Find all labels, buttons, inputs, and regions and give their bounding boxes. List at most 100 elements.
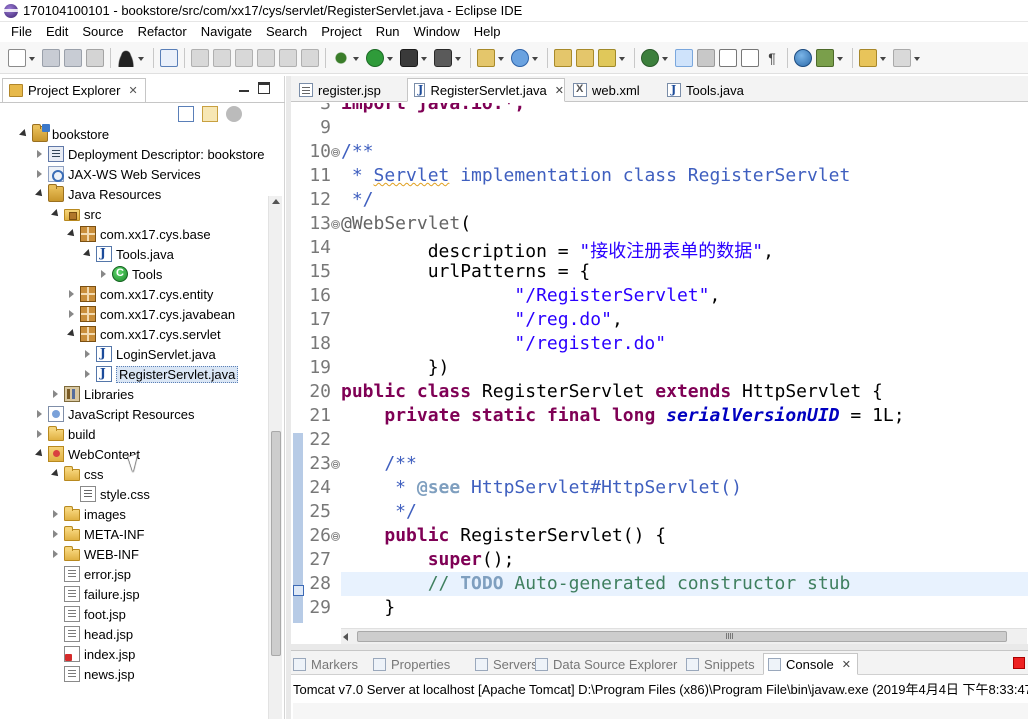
expanded-arrow-icon[interactable] (82, 248, 94, 260)
perspective-dropdown-icon[interactable] (836, 49, 844, 67)
terminate-console-icon[interactable] (1013, 657, 1025, 669)
terminate-icon[interactable] (235, 48, 253, 67)
collapsed-arrow-icon[interactable] (34, 148, 46, 160)
console-output[interactable] (293, 703, 1028, 719)
expanded-arrow-icon[interactable] (66, 228, 78, 240)
run-server-dropdown-icon[interactable] (420, 49, 428, 67)
print-icon[interactable] (86, 48, 104, 67)
code-line[interactable]: /** (341, 141, 374, 162)
resume-icon[interactable] (191, 48, 209, 67)
collapsed-arrow-icon[interactable] (34, 408, 46, 420)
collapse-all-icon[interactable] (178, 106, 194, 122)
collapsed-arrow-icon[interactable] (66, 308, 78, 320)
close-icon[interactable]: ✕ (842, 658, 851, 671)
code-line[interactable]: * @see HttpServlet#HttpServlet() (341, 477, 742, 498)
collapsed-arrow-icon[interactable] (50, 508, 62, 520)
expanded-arrow-icon[interactable] (18, 128, 30, 140)
debug-dropdown-icon[interactable] (352, 49, 360, 67)
fold-collapse-icon[interactable]: ⊖ (331, 220, 340, 229)
project-explorer-tab[interactable]: Project Explorer ✕ (2, 78, 146, 102)
bottom-tab-console[interactable]: Console ✕ (763, 653, 858, 675)
toggle-breadcrumb-icon[interactable] (697, 48, 715, 67)
collapsed-arrow-icon[interactable] (50, 548, 62, 560)
toggle-block-selection-icon[interactable] (719, 48, 737, 67)
code-line[interactable]: "/reg.do", (341, 309, 622, 330)
tree-item[interactable]: com.xx17.cys.entity (66, 284, 213, 304)
step-over-icon[interactable] (301, 48, 319, 67)
close-icon[interactable]: ✕ (555, 84, 564, 97)
task-marker-icon[interactable] (292, 583, 304, 597)
view-menu-icon[interactable] (226, 106, 242, 122)
tree-item[interactable]: src (50, 204, 101, 224)
tree-item[interactable]: WEB-INF (50, 544, 139, 564)
collapsed-arrow-icon[interactable] (98, 268, 110, 280)
tree-item[interactable]: com.xx17.cys.base (66, 224, 211, 244)
new-dropdown-icon[interactable] (28, 49, 36, 67)
new-java-class-dropdown-icon[interactable] (531, 49, 539, 67)
disconnect-icon[interactable] (257, 48, 275, 67)
tree-item[interactable]: build (34, 424, 95, 444)
tree-item[interactable]: com.xx17.cys.javabean (66, 304, 235, 324)
close-icon[interactable]: ✕ (128, 84, 137, 97)
expanded-arrow-icon[interactable] (34, 188, 46, 200)
tree-item[interactable]: Deployment Descriptor: bookstore (34, 144, 265, 164)
expanded-arrow-icon[interactable] (66, 328, 78, 340)
search-icon[interactable] (598, 48, 616, 67)
tree-item[interactable]: css (50, 464, 104, 484)
tree-item[interactable]: error.jsp (50, 564, 131, 584)
open-task-icon[interactable] (576, 48, 594, 67)
code-line[interactable]: "/register.do" (341, 333, 666, 354)
expanded-arrow-icon[interactable] (50, 208, 62, 220)
tree-item[interactable]: JAX-WS Web Services (34, 164, 201, 184)
menu-file[interactable]: File (4, 22, 39, 42)
menu-navigate[interactable]: Navigate (194, 22, 259, 42)
run-dropdown-icon[interactable] (386, 49, 394, 67)
menu-window[interactable]: Window (407, 22, 467, 42)
editor-scroll-thumb[interactable] (357, 631, 1007, 642)
editor-tab-tools-java[interactable]: Tools.java (661, 78, 761, 102)
menu-edit[interactable]: Edit (39, 22, 75, 42)
editor-horizontal-scrollbar[interactable] (341, 628, 1027, 644)
expanded-arrow-icon[interactable] (50, 468, 62, 480)
code-line[interactable]: */ (341, 501, 417, 522)
tree-item[interactable]: META-INF (50, 524, 144, 544)
code-line[interactable]: public RegisterServlet() { (341, 525, 666, 546)
step-into-icon[interactable] (279, 48, 297, 67)
scroll-left-icon[interactable] (343, 633, 348, 641)
new-java-class-icon[interactable] (511, 48, 529, 67)
run-icon[interactable] (366, 48, 384, 67)
selected-tree-item[interactable]: RegisterServlet.java (82, 364, 239, 384)
open-browser-icon[interactable] (794, 48, 812, 67)
menu-source[interactable]: Source (75, 22, 130, 42)
tree-item[interactable]: head.jsp (50, 624, 133, 644)
tree-item[interactable]: WebContent (34, 444, 140, 464)
fold-collapse-icon[interactable]: ⊖ (331, 532, 340, 541)
run-server-icon[interactable] (400, 48, 418, 67)
new-java-project-dropdown-icon[interactable] (497, 49, 505, 67)
new-java-project-icon[interactable] (477, 48, 495, 67)
tree-item[interactable]: style.css (66, 484, 150, 504)
tree-item[interactable]: news.jsp (50, 664, 135, 684)
fold-collapse-icon[interactable]: ⊖ (331, 460, 340, 469)
expanded-arrow-icon[interactable] (34, 448, 46, 460)
code-line[interactable]: "/RegisterServlet", (341, 285, 720, 306)
tree-item[interactable]: index.jsp (50, 644, 135, 664)
search-dropdown-icon[interactable] (618, 49, 626, 67)
code-line[interactable]: super(); (341, 549, 515, 570)
link-with-editor-icon[interactable] (202, 106, 218, 122)
tree-item[interactable]: failure.jsp (50, 584, 140, 604)
tree-item[interactable]: LoginServlet.java (82, 344, 216, 364)
tree-item[interactable]: JavaScript Resources (34, 404, 194, 424)
bottom-tab-snippets[interactable]: Snippets (686, 653, 755, 675)
collapsed-arrow-icon[interactable] (82, 368, 94, 380)
bottom-tab-properties[interactable]: Properties (373, 653, 450, 675)
tree-item[interactable]: images (50, 504, 126, 524)
menu-run[interactable]: Run (369, 22, 407, 42)
bottom-tab-data-source-explorer[interactable]: Data Source Explorer (535, 653, 677, 675)
code-line[interactable]: * Servlet implementation class RegisterS… (341, 165, 851, 186)
menu-refactor[interactable]: Refactor (131, 22, 194, 42)
next-edit-dropdown-icon[interactable] (879, 49, 887, 67)
minimize-icon[interactable] (238, 82, 250, 94)
debug-icon[interactable] (332, 48, 350, 67)
new-icon[interactable] (8, 48, 26, 67)
